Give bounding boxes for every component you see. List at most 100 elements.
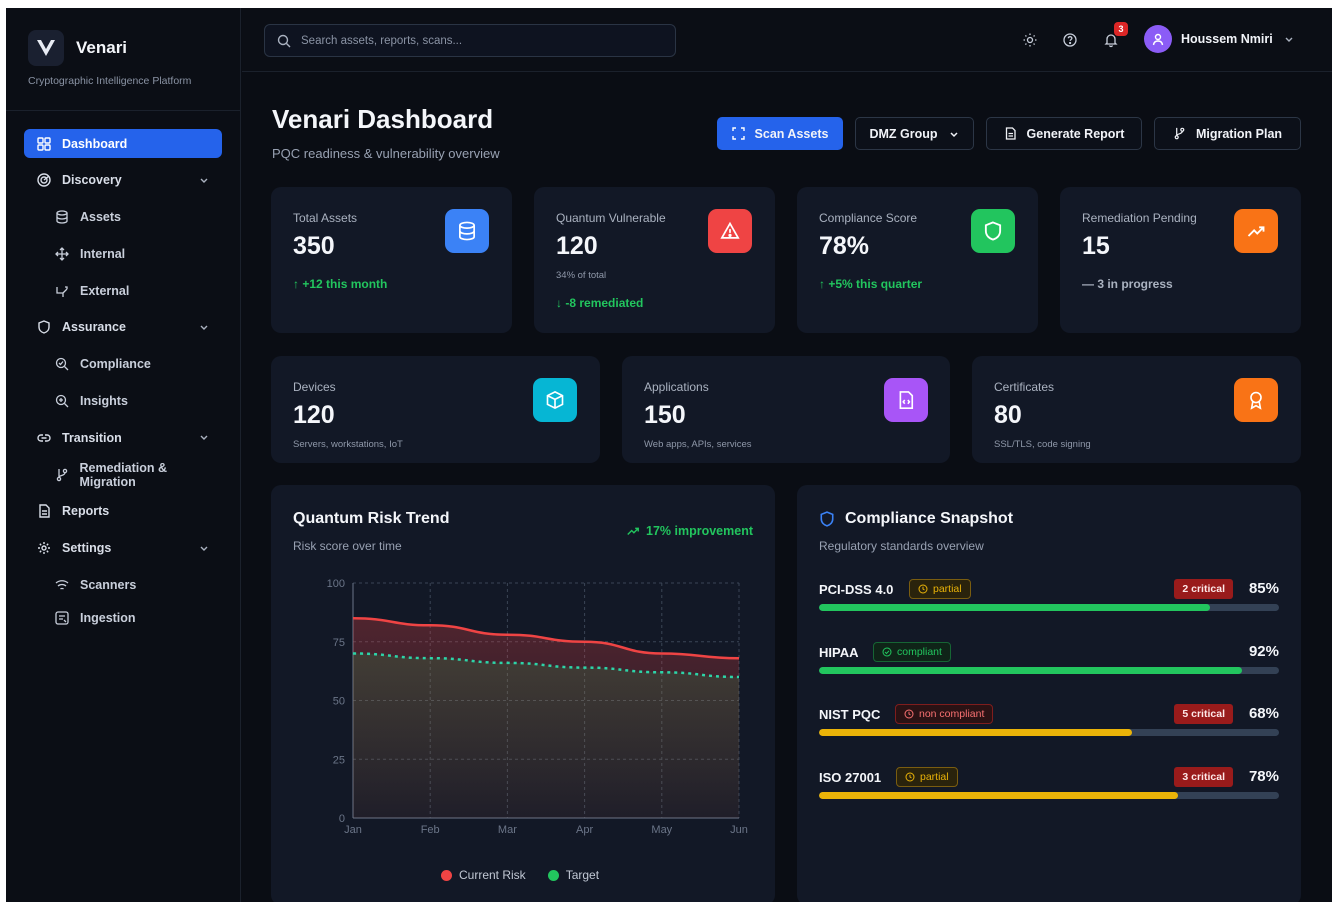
sidebar-item-label: Scanners (80, 578, 137, 593)
sidebar-item-ingestion[interactable]: Ingestion (24, 604, 222, 633)
radar-icon (36, 172, 52, 188)
sidebar-item-label: Settings (62, 541, 112, 556)
generate-report-label: Generate Report (1026, 126, 1125, 141)
avatar (1144, 25, 1172, 53)
group-select-value: DMZ Group (869, 126, 938, 141)
search-box[interactable] (264, 24, 676, 57)
sidebar-nav: Dashboard Discovery Assets Internal Exte… (24, 129, 222, 640)
stat-change: ↓ -8 remediated (556, 296, 644, 310)
status-badge: partial (909, 579, 971, 599)
progress-fill (819, 792, 1178, 799)
y-tick-label: 100 (327, 578, 345, 590)
compliance-percent: 68% (1248, 705, 1279, 722)
compliance-row[interactable]: HIPAA compliant 92% (819, 642, 1279, 695)
legend-item-target[interactable]: Target (547, 868, 600, 882)
x-tick-label: Jun (730, 824, 748, 836)
progress-fill (819, 667, 1243, 674)
compliance-row[interactable]: ISO 27001 partial 3 critical 78% (819, 767, 1279, 820)
chevron-down-icon[interactable] (198, 174, 210, 186)
trending-up-icon (627, 527, 639, 535)
chevron-down-icon[interactable] (198, 542, 210, 554)
x-tick-label: May (651, 824, 672, 836)
scan-icon (731, 127, 745, 140)
user-menu[interactable]: Houssem Nmiri (1144, 25, 1295, 53)
stat-change: — 3 in progress (1082, 277, 1173, 291)
stat-label: Total Assets (293, 211, 358, 225)
sidebar-item-assets[interactable]: Assets (24, 203, 222, 232)
compliance-row[interactable]: NIST PQC non compliant 5 critical 68% (819, 704, 1279, 757)
sidebar-item-internal[interactable]: Internal (24, 239, 222, 268)
x-tick-label: Jan (344, 824, 362, 836)
sidebar: Venari Cryptographic Intelligence Platfo… (6, 8, 241, 902)
sidebar-item-assurance[interactable]: Assurance (24, 313, 222, 342)
search-input[interactable] (301, 34, 661, 47)
file-text-icon (1005, 127, 1016, 140)
clock-icon (918, 584, 928, 594)
help-icon[interactable] (1062, 32, 1078, 48)
compliance-title: Compliance Snapshot (819, 510, 1013, 528)
compliance-subtitle: Regulatory standards overview (819, 539, 984, 553)
compliance-row[interactable]: PCI-DSS 4.0 partial 2 critical 85% (819, 579, 1279, 632)
compliance-progress-bar (819, 729, 1279, 736)
stat-value: 350 (293, 232, 335, 260)
sidebar-item-reports[interactable]: Reports (24, 497, 222, 526)
database-icon (445, 209, 489, 253)
app-window: Venari Cryptographic Intelligence Platfo… (6, 8, 1332, 902)
critical-count-badge: 5 critical (1174, 704, 1233, 724)
check-circle-icon (882, 647, 892, 657)
sidebar-item-label: Discovery (62, 173, 122, 188)
standard-name: HIPAA (819, 645, 859, 660)
chevron-down-icon (1285, 37, 1293, 42)
progress-fill (819, 604, 1210, 611)
sidebar-item-scanners[interactable]: Scanners (24, 571, 222, 600)
risk-trend-subtitle: Risk score over time (293, 539, 402, 553)
chart-legend: Current Risk Target (441, 868, 621, 882)
top-bar: 3 Houssem Nmiri (242, 8, 1332, 72)
grid-icon (36, 136, 52, 152)
standard-name: ISO 27001 (819, 770, 882, 785)
legend-item-current-risk[interactable]: Current Risk (441, 868, 526, 882)
network-icon (54, 283, 70, 299)
git-branch-icon (54, 467, 69, 483)
series-area-target (353, 653, 739, 818)
stat-card-quantum-vulnerable: Quantum Vulnerable 120 34% of total ↓ -8… (534, 187, 775, 333)
sidebar-item-label: Assets (80, 210, 121, 225)
clock-icon (905, 772, 915, 782)
migration-plan-button[interactable]: Migration Plan (1154, 117, 1301, 150)
compliance-percent: 78% (1248, 768, 1279, 785)
sidebar-item-transition[interactable]: Transition (24, 423, 222, 452)
generate-report-button[interactable]: Generate Report (986, 117, 1142, 150)
category-subtext: Servers, workstations, IoT (293, 439, 403, 450)
category-value: 120 (293, 401, 335, 429)
category-value: 150 (644, 401, 686, 429)
sidebar-item-dashboard[interactable]: Dashboard (24, 129, 222, 158)
sidebar-item-settings[interactable]: Settings (24, 534, 222, 563)
sidebar-item-discovery[interactable]: Discovery (24, 166, 222, 195)
improvement-text: 17% improvement (646, 524, 753, 538)
sidebar-item-external[interactable]: External (24, 276, 222, 305)
risk-trend-chart: 0255075100Jan Feb Mar Apr May Jun (327, 578, 748, 836)
brand[interactable]: Venari (28, 30, 127, 66)
sidebar-item-insights[interactable]: Insights (24, 387, 222, 416)
category-card-devices: Devices 120 Servers, workstations, IoT (271, 356, 600, 463)
sidebar-item-remediation[interactable]: Remediation & Migration (24, 460, 222, 489)
legend-label: Target (565, 868, 600, 882)
status-badge: non compliant (895, 704, 994, 724)
compliance-percent: 92% (1248, 643, 1279, 660)
shield-icon (820, 511, 834, 527)
sidebar-item-compliance[interactable]: Compliance (24, 350, 222, 379)
sun-icon[interactable] (1022, 32, 1038, 48)
status-badge: compliant (873, 642, 951, 662)
scan-assets-button[interactable]: Scan Assets (717, 117, 843, 150)
chevron-down-icon[interactable] (198, 431, 210, 443)
group-select[interactable]: DMZ Group (855, 117, 974, 150)
legend-label: Current Risk (459, 868, 526, 882)
stat-subtext: 34% of total (556, 270, 607, 281)
chevron-down-icon[interactable] (198, 321, 210, 333)
notification-badge: 3 (1114, 22, 1128, 36)
status-badge: partial (896, 767, 958, 787)
database-icon (54, 209, 70, 225)
stat-change: ↑ +12 this month (293, 277, 388, 291)
search-check-icon (54, 356, 70, 372)
category-card-applications: Applications 150 Web apps, APIs, service… (622, 356, 950, 463)
